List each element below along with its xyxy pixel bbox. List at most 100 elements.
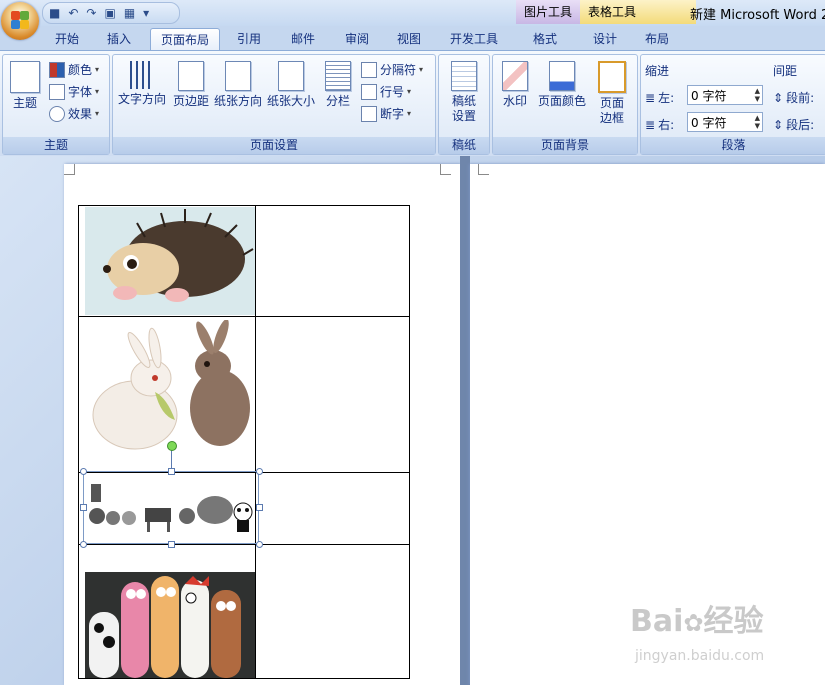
resize-handle-bottom[interactable] (168, 541, 175, 548)
tab-mailings[interactable]: 邮件 (280, 28, 326, 50)
tab-review[interactable]: 审阅 (334, 28, 380, 50)
page-borders-label-2: 边框 (599, 111, 624, 125)
resize-handle-top-left[interactable] (80, 468, 87, 475)
resize-handle-bottom-left[interactable] (80, 541, 87, 548)
page-size-icon (278, 61, 304, 91)
size-button[interactable]: 纸张大小 (265, 61, 317, 109)
group-themes-label: 主题 (3, 137, 109, 154)
theme-colors-label: 颜色 (68, 63, 93, 77)
indent-right-icon: ≣ (645, 117, 656, 132)
effects-icon (49, 105, 65, 122)
page-borders-icon (598, 61, 626, 93)
print-preview-icon[interactable]: ▣ (104, 6, 115, 20)
breaks-button[interactable]: 分隔符 ▾ (361, 61, 423, 78)
hyphenation-button[interactable]: 断字 ▾ (361, 105, 411, 122)
theme-fonts-label: 字体 (68, 85, 93, 99)
margins-label: 页边距 (172, 94, 209, 108)
draft-label-2: 设置 (451, 109, 476, 123)
crop-mark (478, 164, 489, 175)
orientation-icon (225, 61, 251, 91)
fonts-icon (49, 83, 65, 100)
tab-design[interactable]: 设计 (582, 28, 628, 50)
tab-insert[interactable]: 插入 (96, 28, 142, 50)
customize-qat-icon[interactable]: ▾ (143, 6, 149, 20)
text-direction-icon (130, 61, 154, 89)
redo-icon[interactable]: ↷ (86, 6, 96, 20)
draft-label-1: 稿纸 (451, 94, 476, 108)
themes-button[interactable]: 主题 (7, 61, 43, 111)
line-numbers-label: 行号 (380, 85, 405, 99)
baidu-watermark: Bai✿经验 (630, 604, 764, 639)
group-paragraph-label: 段落 (641, 137, 825, 154)
page-divider (460, 156, 470, 685)
table-row[interactable] (79, 206, 409, 317)
text-direction-button[interactable]: 文字方向 (117, 61, 167, 107)
spacing-before-icon: ⇕ (773, 90, 784, 105)
columns-label: 分栏 (325, 94, 350, 108)
save-icon[interactable]: ■ (49, 6, 60, 20)
indent-left-input[interactable]: 0 字符 ▲ ▼ (687, 85, 763, 105)
hyphenation-icon (361, 105, 377, 122)
group-page-setup-label: 页面设置 (113, 137, 435, 154)
group-page-background: 水印 页面颜色 页面 边框 页面背景 (492, 54, 638, 155)
watermark-button[interactable]: 水印 (497, 61, 533, 109)
themes-icon (10, 61, 40, 93)
resize-handle-top[interactable] (168, 468, 175, 475)
window-title: 新建 Microsoft Word 2 (690, 8, 825, 23)
group-themes: 主题 颜色 ▾ 字体 ▾ 效果 ▾ 主题 (2, 54, 110, 155)
baidu-watermark-url: jingyan.baidu.com (635, 648, 765, 664)
tab-references[interactable]: 引用 (226, 28, 272, 50)
tab-developer[interactable]: 开发工具 (440, 28, 508, 50)
table-row[interactable] (79, 316, 409, 473)
margins-icon (178, 61, 204, 91)
image-icon[interactable]: ▦ (124, 6, 135, 20)
columns-icon (325, 61, 351, 91)
office-button[interactable] (1, 2, 39, 40)
theme-fonts-button[interactable]: 字体 ▾ (49, 83, 99, 100)
page-color-label: 页面颜色 (537, 94, 586, 108)
resize-handle-right[interactable] (256, 504, 263, 511)
page-color-button[interactable]: 页面颜色 (535, 61, 589, 109)
undo-icon[interactable]: ↶ (68, 6, 78, 20)
crop-mark (440, 164, 451, 175)
context-tab-table-tools: 表格工具 (580, 0, 696, 24)
group-draft-label: 稿纸 (439, 137, 489, 154)
resize-handle-top-right[interactable] (256, 468, 263, 475)
tab-home[interactable]: 开始 (44, 28, 90, 50)
quick-access-toolbar: ■ ↶ ↷ ▣ ▦ ▾ (42, 2, 180, 24)
hedgehog-image[interactable] (85, 207, 255, 315)
spinner-arrows-icon[interactable]: ▲ ▼ (755, 114, 760, 130)
line-numbers-button[interactable]: 行号 ▾ (361, 83, 411, 100)
spacing-before-label[interactable]: ⇕ 段前: (773, 89, 814, 106)
paw-icon: ✿ (683, 609, 704, 637)
indent-left-icon: ≣ (645, 90, 656, 105)
tab-view[interactable]: 视图 (386, 28, 432, 50)
theme-colors-button[interactable]: 颜色 ▾ (49, 61, 99, 78)
rotate-handle-icon[interactable] (167, 441, 177, 451)
page-borders-button[interactable]: 页面 边框 (593, 61, 631, 126)
indent-right-input[interactable]: 0 字符 ▲ ▼ (687, 112, 763, 132)
indent-heading: 缩进 (645, 64, 670, 78)
draft-settings-button[interactable]: 稿纸 设置 (445, 61, 483, 124)
table-row[interactable] (79, 544, 409, 680)
margins-button[interactable]: 页边距 (171, 61, 211, 109)
theme-effects-button[interactable]: 效果 ▾ (49, 105, 99, 122)
resize-handle-left[interactable] (80, 504, 87, 511)
resize-handle-bottom-right[interactable] (256, 541, 263, 548)
breaks-icon (361, 61, 377, 78)
orientation-button[interactable]: 纸张方向 (213, 61, 263, 109)
spinner-arrows-icon[interactable]: ▲ ▼ (755, 87, 760, 103)
theme-effects-label: 效果 (68, 107, 93, 121)
craft-sticks-image[interactable] (85, 572, 255, 678)
tab-format[interactable]: 格式 (522, 28, 568, 50)
image-selection-frame[interactable] (83, 471, 259, 544)
size-label: 纸张大小 (266, 94, 315, 108)
tab-layout[interactable]: 布局 (634, 28, 680, 50)
document-table[interactable] (78, 205, 410, 679)
breaks-label: 分隔符 (380, 63, 417, 77)
ribbon: 主题 颜色 ▾ 字体 ▾ 效果 ▾ 主题 文字方向 页边距 纸张方向 纸张大小 … (0, 50, 825, 157)
spacing-after-label[interactable]: ⇕ 段后: (773, 116, 814, 133)
group-paragraph: 缩进 间距 ≣ 左: 0 字符 ▲ ▼ ≣ 右: 0 字符 ▲ ▼ ⇕ 段前: ⇕ … (640, 54, 825, 155)
tab-page-layout[interactable]: 页面布局 (150, 28, 220, 51)
columns-button[interactable]: 分栏 (321, 61, 355, 109)
